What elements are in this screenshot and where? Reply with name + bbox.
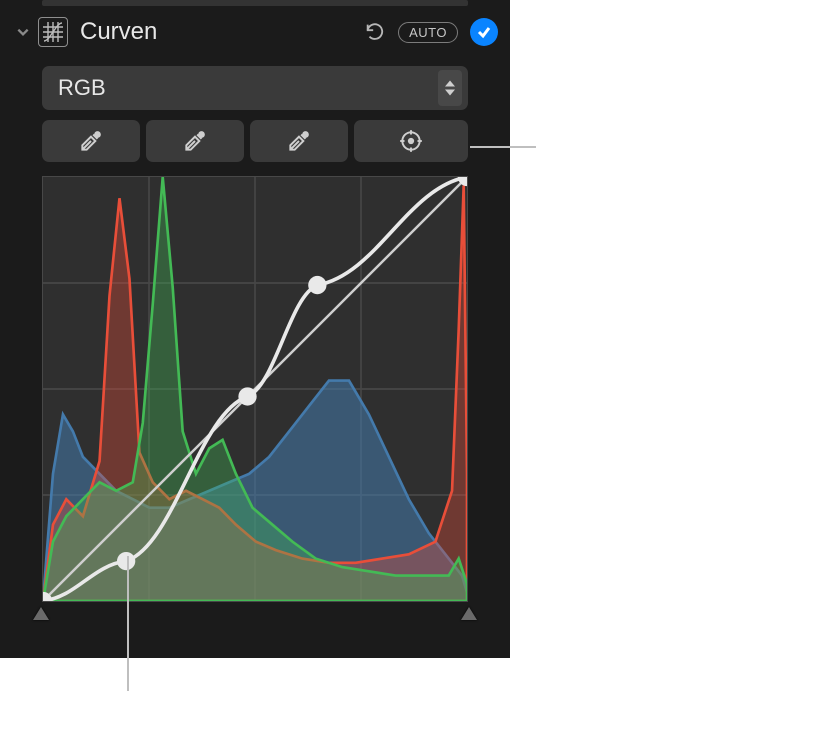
curves-header: Curven AUTO [0, 6, 510, 52]
eyedropper-black-button[interactable] [42, 120, 140, 162]
curve-point[interactable] [308, 276, 326, 294]
channel-dropdown[interactable]: RGB [42, 66, 468, 110]
disclosure-triangle[interactable] [14, 23, 32, 41]
enabled-checkmark[interactable] [470, 18, 498, 46]
eyedropper-white-button[interactable] [250, 120, 348, 162]
curve-graph[interactable] [42, 176, 468, 602]
white-point-slider[interactable] [461, 607, 477, 620]
callout-leader [127, 556, 129, 691]
add-point-button[interactable] [354, 120, 468, 162]
curves-icon [38, 17, 68, 47]
curve-graph-container [42, 176, 468, 602]
curve-point[interactable] [238, 387, 256, 405]
auto-button[interactable]: AUTO [398, 22, 458, 43]
callout-leader [470, 146, 536, 148]
stepper-icon [438, 70, 462, 106]
panel-title: Curven [80, 18, 354, 46]
eyedropper-toolbar [42, 120, 468, 162]
curves-panel: Curven AUTO RGB [0, 0, 510, 658]
eyedropper-gray-button[interactable] [146, 120, 244, 162]
reset-icon[interactable] [360, 17, 390, 47]
channel-value: RGB [58, 75, 106, 101]
black-point-slider[interactable] [33, 607, 49, 620]
